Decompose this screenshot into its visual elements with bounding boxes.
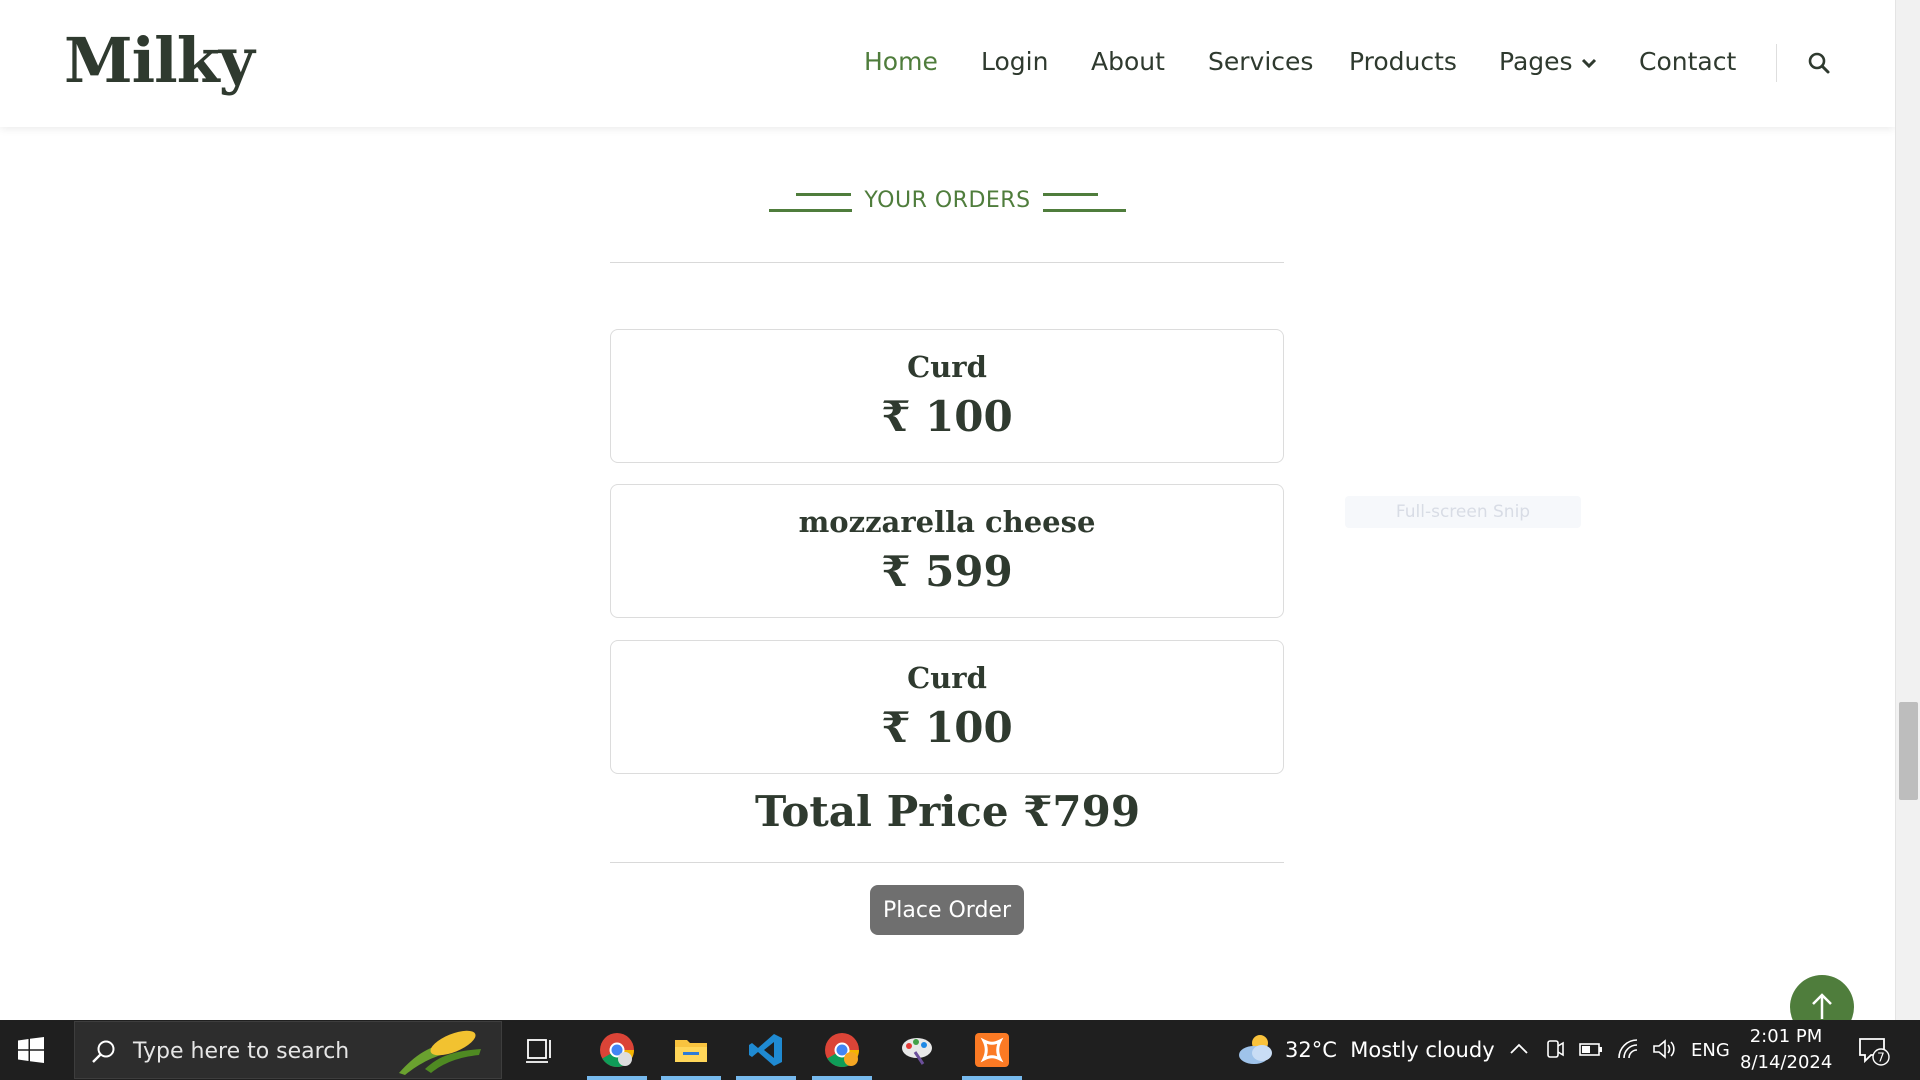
order-item-name: Curd — [907, 661, 987, 695]
nav-home[interactable]: Home — [864, 47, 938, 76]
meet-now-icon[interactable] — [1544, 1038, 1566, 1060]
order-card: Curd ₹ 100 — [610, 640, 1284, 774]
wifi-icon[interactable] — [1617, 1038, 1641, 1060]
arrow-up-icon — [1812, 993, 1832, 1019]
taskbar-search-box[interactable]: Type here to search — [74, 1021, 502, 1079]
weather-readout[interactable]: 32°C Mostly cloudy — [1285, 1038, 1495, 1062]
battery-icon[interactable] — [1578, 1038, 1604, 1060]
nav-divider — [1776, 44, 1777, 82]
weather-temp: 32°C — [1285, 1038, 1337, 1062]
xampp-active-indicator — [962, 1076, 1022, 1080]
notification-center-icon[interactable]: 7 — [1857, 1035, 1891, 1067]
order-item-name: mozzarella cheese — [798, 505, 1096, 539]
task-view-icon[interactable] — [520, 1030, 560, 1070]
order-item-price: ₹ 100 — [881, 703, 1013, 752]
clock-time: 2:01 PM — [1749, 1026, 1823, 1047]
vscode-icon[interactable] — [746, 1030, 786, 1070]
language-indicator[interactable]: ENG — [1691, 1040, 1730, 1061]
navbar: Milky Home Login About Services Products… — [0, 0, 1895, 127]
clock[interactable]: 2:01 PM 8/14/2024 — [1740, 1024, 1832, 1076]
order-item-price: ₹ 100 — [881, 392, 1013, 441]
title-decoration-right — [1043, 193, 1126, 213]
taskbar: Type here to search 32°C Mostly cloudy E… — [0, 1020, 1920, 1080]
explorer-active-indicator — [661, 1076, 721, 1080]
windows-start-icon[interactable] — [18, 1037, 44, 1063]
paint-icon[interactable] — [897, 1030, 937, 1070]
search-placeholder: Type here to search — [133, 1039, 350, 1064]
nav-products[interactable]: Products — [1349, 47, 1457, 76]
search-icon[interactable] — [1806, 50, 1832, 76]
nav-pages-label: Pages — [1499, 47, 1573, 76]
order-item-name: Curd — [907, 350, 987, 384]
nav-contact[interactable]: Contact — [1639, 47, 1736, 76]
chrome-profile-icon[interactable] — [822, 1030, 862, 1070]
total-price: Total Price ₹799 — [754, 787, 1141, 836]
order-item-price: ₹ 599 — [881, 547, 1013, 596]
nav-pages[interactable]: Pages — [1499, 47, 1597, 76]
nav-services[interactable]: Services — [1208, 47, 1313, 76]
page-scrollbar[interactable] — [1895, 0, 1920, 1020]
chrome-profile-active-indicator — [812, 1076, 872, 1080]
page-content: Milky Home Login About Services Products… — [0, 0, 1895, 1020]
xampp-icon[interactable] — [972, 1030, 1012, 1070]
brand-logo[interactable]: Milky — [64, 24, 255, 97]
vscode-active-indicator — [736, 1076, 796, 1080]
corn-illustration-icon — [399, 1030, 481, 1075]
order-card: mozzarella cheese ₹ 599 — [610, 484, 1284, 618]
order-card: Curd ₹ 100 — [610, 329, 1284, 463]
divider-top — [610, 262, 1284, 263]
file-explorer-icon[interactable] — [671, 1030, 711, 1070]
volume-icon[interactable] — [1651, 1038, 1677, 1060]
chrome-icon[interactable] — [597, 1030, 637, 1070]
snip-overlay-hint: Full-screen Snip — [1345, 496, 1581, 528]
section-title: YOUR ORDERS — [864, 188, 1031, 213]
clock-date: 8/14/2024 — [1740, 1052, 1833, 1073]
chevron-down-icon — [1581, 58, 1596, 69]
weather-condition: Mostly cloudy — [1350, 1038, 1495, 1062]
chevron-up-icon[interactable] — [1508, 1038, 1530, 1060]
scrollbar-thumb[interactable] — [1899, 702, 1918, 800]
notification-count: 7 — [1877, 1051, 1885, 1065]
weather-cloudy-icon[interactable] — [1236, 1031, 1276, 1067]
chrome-active-indicator — [587, 1076, 647, 1080]
search-icon — [92, 1040, 115, 1063]
nav-login[interactable]: Login — [981, 47, 1048, 76]
nav-about[interactable]: About — [1091, 47, 1165, 76]
divider-bottom — [610, 862, 1284, 863]
place-order-button[interactable]: Place Order — [870, 885, 1024, 935]
back-to-top-button[interactable] — [1790, 975, 1854, 1020]
